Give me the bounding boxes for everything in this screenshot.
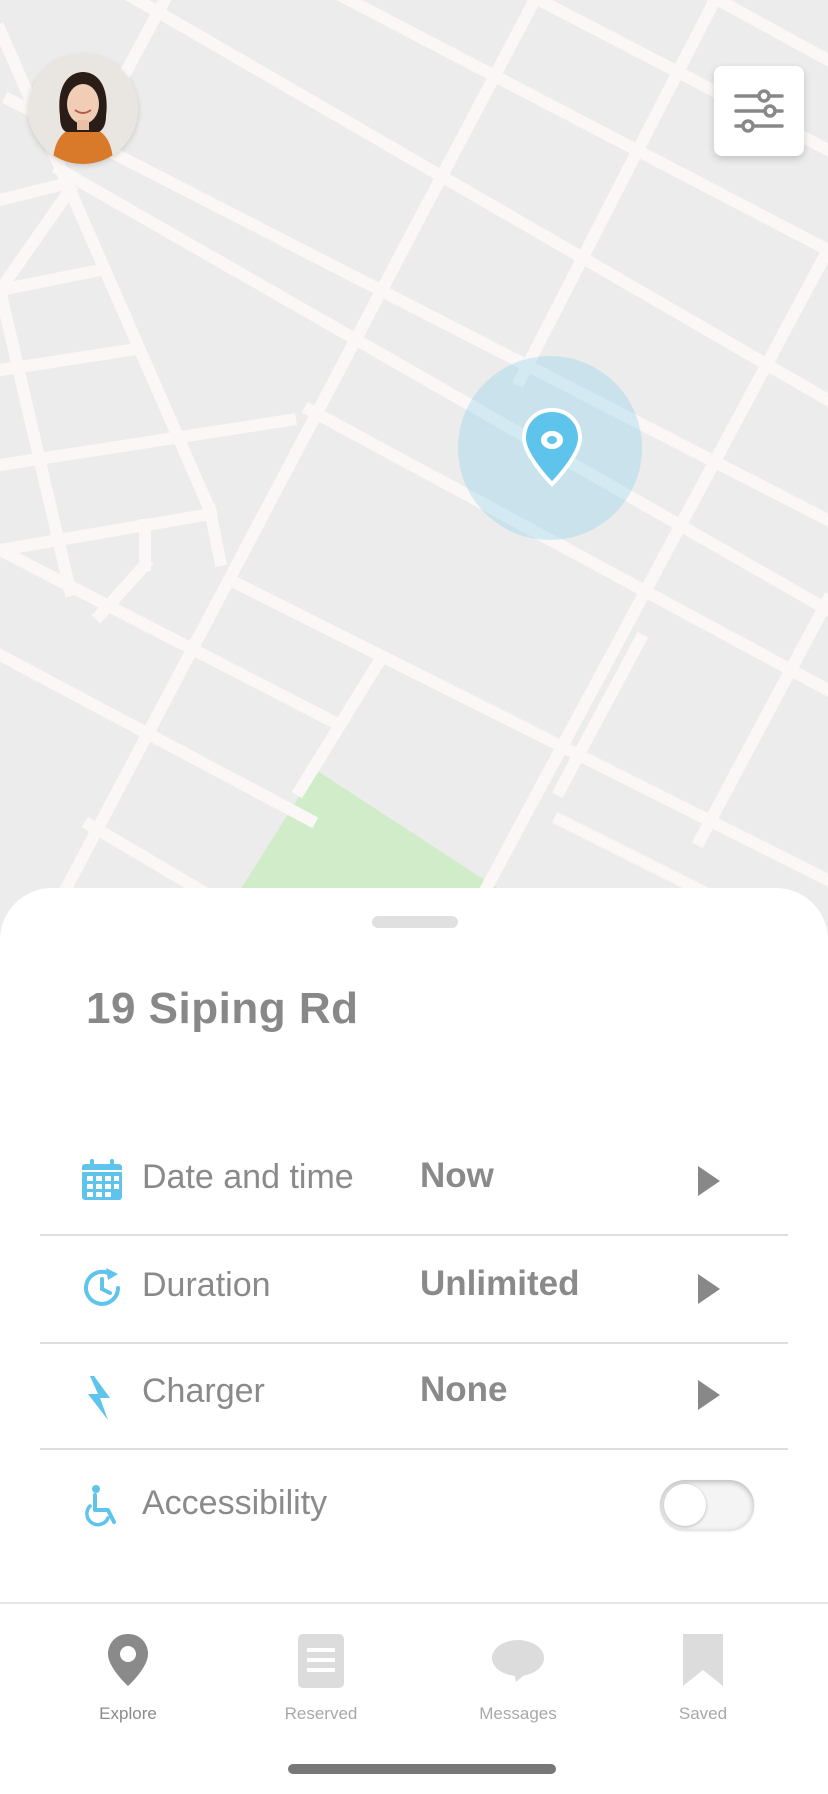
tab-label: Saved: [678, 1704, 728, 1723]
lightning-icon: [88, 1376, 110, 1420]
tab-explore[interactable]: Explore: [38, 1630, 218, 1740]
sheet-drag-handle[interactable]: [372, 916, 458, 928]
sliders-icon: [734, 89, 784, 133]
row-value: Now: [420, 1156, 494, 1195]
home-indicator: [288, 1764, 556, 1774]
bookmark-icon: [683, 1634, 723, 1686]
toggle-knob: [664, 1484, 706, 1526]
user-avatar[interactable]: [28, 54, 138, 164]
tab-saved[interactable]: Saved: [613, 1630, 793, 1740]
clock-refresh-icon: [84, 1268, 120, 1306]
row-duration[interactable]: Duration Unlimited: [40, 1236, 788, 1344]
tab-label: Messages: [479, 1704, 557, 1723]
tab-reserved[interactable]: Reserved: [231, 1630, 411, 1740]
address-title: 19 Siping Rd: [86, 984, 359, 1033]
row-label: Accessibility: [142, 1484, 328, 1522]
calendar-icon: [82, 1159, 122, 1200]
arrow-right-icon: [698, 1380, 720, 1410]
chat-bubble-icon: [492, 1640, 544, 1682]
map-pin-icon: [108, 1634, 148, 1686]
tab-label: Explore: [99, 1704, 157, 1723]
document-icon: [298, 1634, 344, 1688]
wheelchair-icon: [85, 1485, 116, 1527]
row-charger[interactable]: Charger None: [40, 1342, 788, 1450]
row-label: Duration: [142, 1266, 271, 1304]
row-value: None: [420, 1370, 508, 1409]
row-date-time[interactable]: Date and time Now: [40, 1128, 788, 1236]
filter-button[interactable]: [714, 66, 804, 156]
row-label: Date and time: [142, 1158, 354, 1196]
row-value: Unlimited: [420, 1264, 580, 1303]
tab-messages[interactable]: Messages: [428, 1630, 608, 1740]
row-label: Charger: [142, 1372, 265, 1410]
row-accessibility: Accessibility: [40, 1454, 788, 1560]
tab-label: Reserved: [284, 1704, 358, 1723]
arrow-right-icon: [698, 1166, 720, 1196]
avatar-icon: [28, 54, 138, 164]
accessibility-toggle[interactable]: [660, 1480, 754, 1530]
arrow-right-icon: [698, 1274, 720, 1304]
